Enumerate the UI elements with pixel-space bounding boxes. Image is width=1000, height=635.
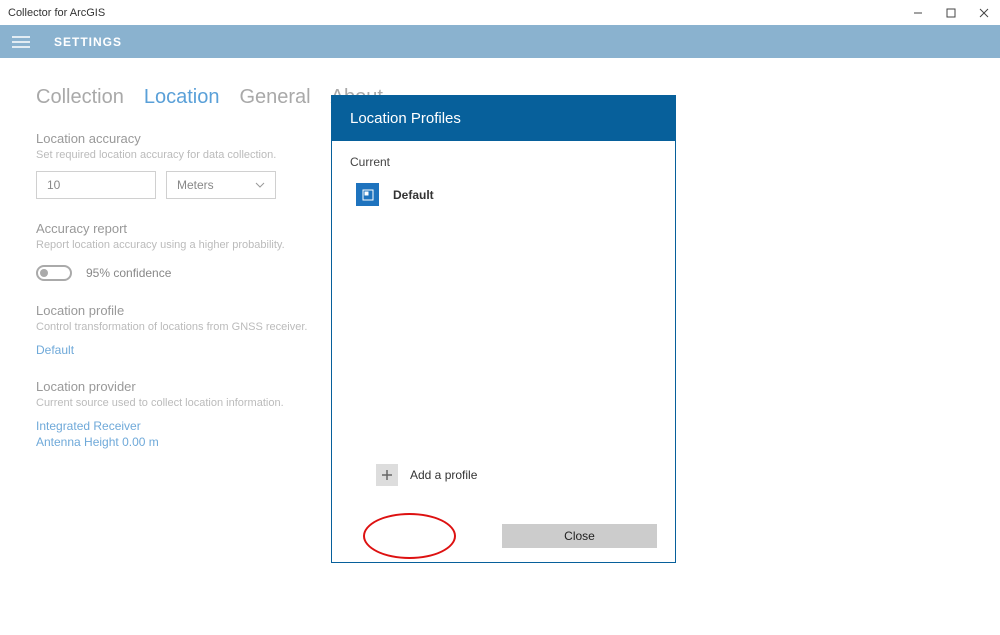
current-label: Current — [350, 155, 657, 169]
toolbar-title: SETTINGS — [54, 35, 122, 49]
close-window-button[interactable] — [967, 0, 1000, 25]
profile-row-default[interactable]: Default — [356, 183, 657, 206]
confidence-toggle-label: 95% confidence — [86, 266, 171, 280]
add-profile-label: Add a profile — [410, 468, 477, 482]
accuracy-value-input[interactable]: 10 — [36, 171, 156, 199]
window-title: Collector for ArcGIS — [8, 7, 105, 19]
location-profiles-dialog: Location Profiles Current Default Add a … — [331, 95, 676, 563]
close-button[interactable]: Close — [502, 524, 657, 548]
confidence-toggle[interactable] — [36, 265, 72, 281]
chevron-down-icon — [255, 182, 265, 188]
content-area: Collection Location General About Locati… — [0, 58, 1000, 635]
titlebar: Collector for ArcGIS — [0, 0, 1000, 25]
tab-location[interactable]: Location — [144, 86, 220, 109]
maximize-button[interactable] — [934, 0, 967, 25]
dialog-title: Location Profiles — [332, 96, 675, 141]
plus-icon — [376, 464, 398, 486]
app-toolbar: SETTINGS — [0, 25, 1000, 58]
window-controls — [901, 0, 1000, 25]
profile-name: Default — [393, 188, 434, 202]
profile-icon — [356, 183, 379, 206]
accuracy-unit-select[interactable]: Meters — [166, 171, 276, 199]
add-profile-button[interactable]: Add a profile — [376, 464, 477, 486]
tab-collection[interactable]: Collection — [36, 86, 124, 109]
minimize-button[interactable] — [901, 0, 934, 25]
dialog-body: Current Default Add a profile Close — [332, 141, 675, 562]
menu-icon[interactable] — [6, 27, 36, 57]
tab-general[interactable]: General — [239, 86, 310, 109]
